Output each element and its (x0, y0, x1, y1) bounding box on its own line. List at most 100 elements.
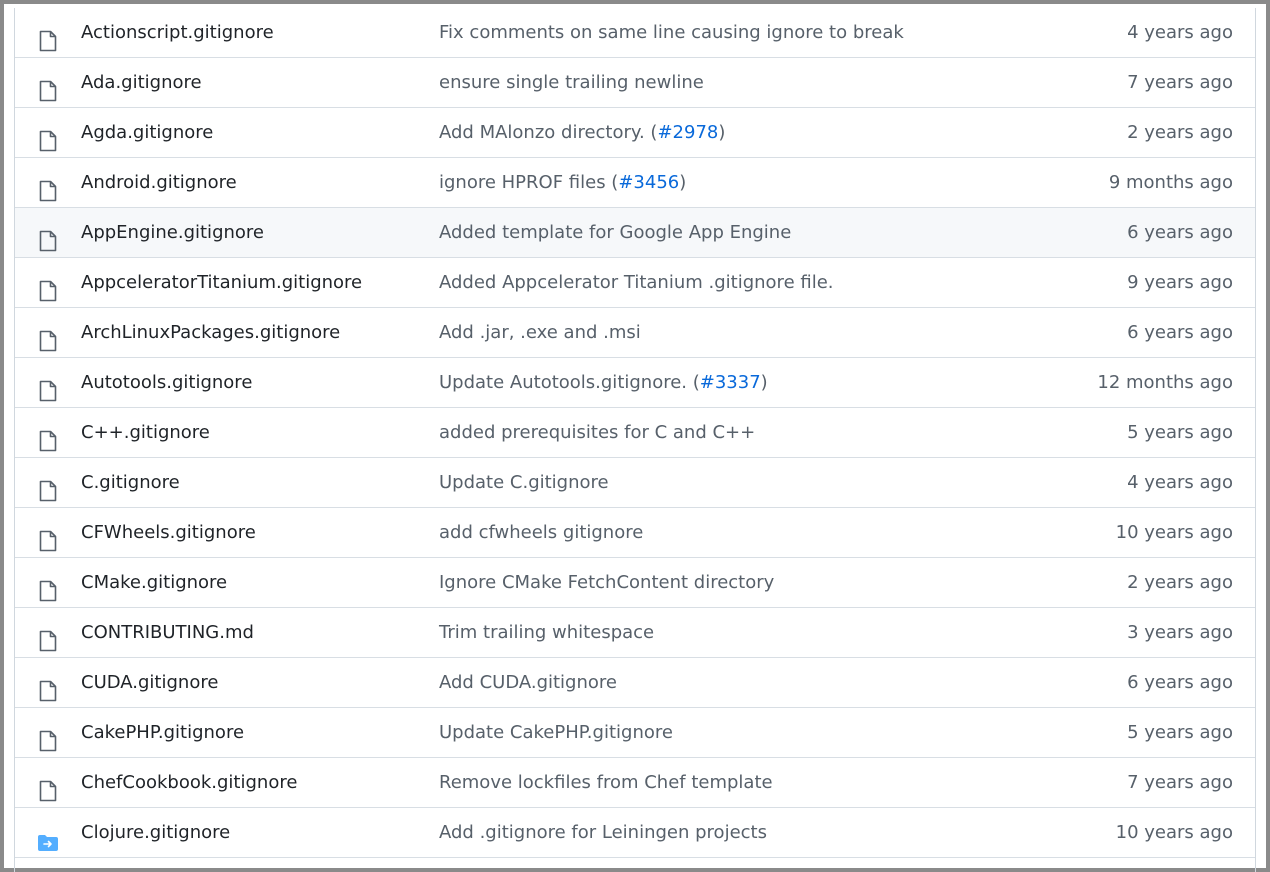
file-row[interactable]: Android.gitignore ignore HPROF files (#3… (15, 158, 1255, 208)
commit-message-text[interactable]: Added Appcelerator Titanium .gitignore f… (439, 272, 834, 293)
file-name-text[interactable]: CUDA.gitignore (81, 672, 218, 693)
file-icon (38, 622, 58, 652)
file-row[interactable]: Clojure.gitignore Add .gitignore for Lei… (15, 808, 1255, 858)
commit-message-link[interactable]: Update Autotools.gitignore. (#3337) (439, 358, 768, 407)
file-row[interactable]: CONTRIBUTING.md Trim trailing whitespace… (15, 608, 1255, 658)
file-name-link[interactable]: Agda.gitignore (81, 108, 213, 157)
commit-message-link[interactable]: ignore HPROF files (#3456) (439, 158, 686, 207)
file-name-text[interactable]: C++.gitignore (81, 422, 210, 443)
file-row[interactable]: Agda.gitignore Add MAlonzo directory. (#… (15, 108, 1255, 158)
file-name-text[interactable]: CMake.gitignore (81, 572, 227, 593)
commit-message-link[interactable]: Add .gitignore for Leiningen projects (439, 808, 767, 857)
file-name-link[interactable]: CUDA.gitignore (81, 658, 218, 707)
file-icon (38, 672, 58, 702)
file-row[interactable]: ChefCookbook.gitignore Remove lockfiles … (15, 758, 1255, 808)
file-name-text[interactable]: Clojure.gitignore (81, 822, 230, 843)
file-row[interactable]: Autotools.gitignore Update Autotools.git… (15, 358, 1255, 408)
file-name-link[interactable]: Clojure.gitignore (81, 808, 230, 857)
file-name-text[interactable]: Ada.gitignore (81, 72, 202, 93)
file-row[interactable]: Actionscript.gitignore Fix comments on s… (15, 8, 1255, 58)
commit-message-text[interactable]: ignore HPROF files ( (439, 172, 618, 193)
file-name-link[interactable]: AppceleratorTitanium.gitignore (81, 258, 362, 307)
file-row[interactable]: Ada.gitignore ensure single trailing new… (15, 58, 1255, 108)
file-row[interactable]: C++.gitignore added prerequisites for C … (15, 408, 1255, 458)
file-name-link[interactable]: CakePHP.gitignore (81, 708, 244, 757)
file-name-link[interactable]: Autotools.gitignore (81, 358, 252, 407)
file-name-link[interactable]: Ada.gitignore (81, 58, 202, 107)
file-name-text[interactable]: CFWheels.gitignore (81, 522, 256, 543)
commit-message-text[interactable]: Update CakePHP.gitignore (439, 722, 673, 743)
commit-message-link[interactable]: Add CUDA.gitignore (439, 658, 617, 707)
file-name-link[interactable]: Actionscript.gitignore (81, 8, 274, 57)
file-name-text[interactable]: ArchLinuxPackages.gitignore (81, 322, 340, 343)
file-name-link[interactable]: AppEngine.gitignore (81, 208, 264, 257)
file-row[interactable]: ArchLinuxPackages.gitignore Add .jar, .e… (15, 308, 1255, 358)
file-row[interactable]: AppEngine.gitignore Added template for G… (15, 208, 1255, 258)
commit-age: 5 years ago (1127, 422, 1233, 443)
issue-link[interactable]: #3456 (618, 172, 679, 193)
issue-link[interactable]: #3337 (700, 372, 761, 393)
file-name-text[interactable]: CONTRIBUTING.md (81, 622, 254, 643)
file-name-text[interactable]: AppEngine.gitignore (81, 222, 264, 243)
commit-message-link[interactable]: ensure single trailing newline (439, 58, 704, 107)
commit-message-suffix: ) (760, 372, 768, 393)
commit-message-link[interactable]: Fix comments on same line causing ignore… (439, 8, 904, 57)
commit-age: 2 years ago (1127, 122, 1233, 143)
commit-message-link[interactable]: Add .jar, .exe and .msi (439, 308, 641, 357)
commit-message-link[interactable]: Added Appcelerator Titanium .gitignore f… (439, 258, 834, 307)
file-row[interactable]: CMake.gitignore Ignore CMake FetchConten… (15, 558, 1255, 608)
file-name-text[interactable]: AppceleratorTitanium.gitignore (81, 272, 362, 293)
file-name-text[interactable]: Autotools.gitignore (81, 372, 252, 393)
commit-message-text[interactable]: Add MAlonzo directory. ( (439, 122, 657, 143)
commit-message-text[interactable]: Update Autotools.gitignore. ( (439, 372, 700, 393)
commit-message-text[interactable]: added prerequisites for C and C++ (439, 422, 755, 443)
commit-message-link[interactable]: added prerequisites for C and C++ (439, 408, 755, 457)
commit-message-text[interactable]: Fix comments on same line causing ignore… (439, 22, 904, 43)
commit-message-text[interactable]: Add CUDA.gitignore (439, 672, 617, 693)
commit-message-link[interactable]: Added template for Google App Engine (439, 208, 791, 257)
commit-message-link[interactable]: Remove lockfiles from Chef template (439, 758, 773, 807)
commit-age: 10 years ago (1115, 522, 1233, 543)
commit-message-link[interactable]: Add MAlonzo directory. (#2978) (439, 108, 725, 157)
file-name-link[interactable]: C.gitignore (81, 458, 180, 507)
file-row[interactable]: CakePHP.gitignore Update CakePHP.gitigno… (15, 708, 1255, 758)
commit-message-text[interactable]: Ignore CMake FetchContent directory (439, 572, 774, 593)
commit-message-text[interactable]: Added template for Google App Engine (439, 222, 791, 243)
commit-message-text[interactable]: Trim trailing whitespace (439, 622, 654, 643)
file-name-link[interactable]: CMake.gitignore (81, 558, 227, 607)
commit-message-link[interactable]: Update CakePHP.gitignore (439, 708, 673, 757)
file-name-text[interactable]: CakePHP.gitignore (81, 722, 244, 743)
issue-link[interactable]: #2978 (657, 122, 718, 143)
commit-age: 3 years ago (1127, 622, 1233, 643)
commit-message-text[interactable]: add cfwheels gitignore (439, 522, 643, 543)
commit-age: 4 years ago (1127, 22, 1233, 43)
file-name-link[interactable]: Android.gitignore (81, 158, 237, 207)
file-name-link[interactable]: ArchLinuxPackages.gitignore (81, 308, 340, 357)
file-row[interactable]: CFWheels.gitignore add cfwheels gitignor… (15, 508, 1255, 558)
file-name-text[interactable]: Actionscript.gitignore (81, 22, 274, 43)
commit-message-text[interactable]: Remove lockfiles from Chef template (439, 772, 773, 793)
commit-message-text[interactable]: Update C.gitignore (439, 472, 609, 493)
file-row[interactable]: CUDA.gitignore Add CUDA.gitignore 6 year… (15, 658, 1255, 708)
commit-message-link[interactable]: add cfwheels gitignore (439, 508, 643, 557)
file-name-link[interactable]: CFWheels.gitignore (81, 508, 256, 557)
file-name-text[interactable]: Android.gitignore (81, 172, 237, 193)
file-icon (38, 372, 58, 402)
commit-message-text[interactable]: Add .gitignore for Leiningen projects (439, 822, 767, 843)
file-name-link[interactable]: ChefCookbook.gitignore (81, 758, 297, 807)
commit-message-text[interactable]: Add .jar, .exe and .msi (439, 322, 641, 343)
commit-message-link[interactable]: Trim trailing whitespace (439, 608, 654, 657)
file-icon (38, 122, 58, 152)
file-row[interactable]: AppceleratorTitanium.gitignore Added App… (15, 258, 1255, 308)
commit-message-link[interactable]: Ignore CMake FetchContent directory (439, 558, 774, 607)
file-name-text[interactable]: Agda.gitignore (81, 122, 213, 143)
file-name-link[interactable]: CONTRIBUTING.md (81, 608, 254, 657)
commit-message-suffix: ) (679, 172, 687, 193)
commit-message-text[interactable]: ensure single trailing newline (439, 72, 704, 93)
commit-message-link[interactable]: Update C.gitignore (439, 458, 609, 507)
file-icon (38, 572, 58, 602)
file-name-text[interactable]: C.gitignore (81, 472, 180, 493)
file-name-text[interactable]: ChefCookbook.gitignore (81, 772, 297, 793)
file-name-link[interactable]: C++.gitignore (81, 408, 210, 457)
file-row[interactable]: C.gitignore Update C.gitignore 4 years a… (15, 458, 1255, 508)
